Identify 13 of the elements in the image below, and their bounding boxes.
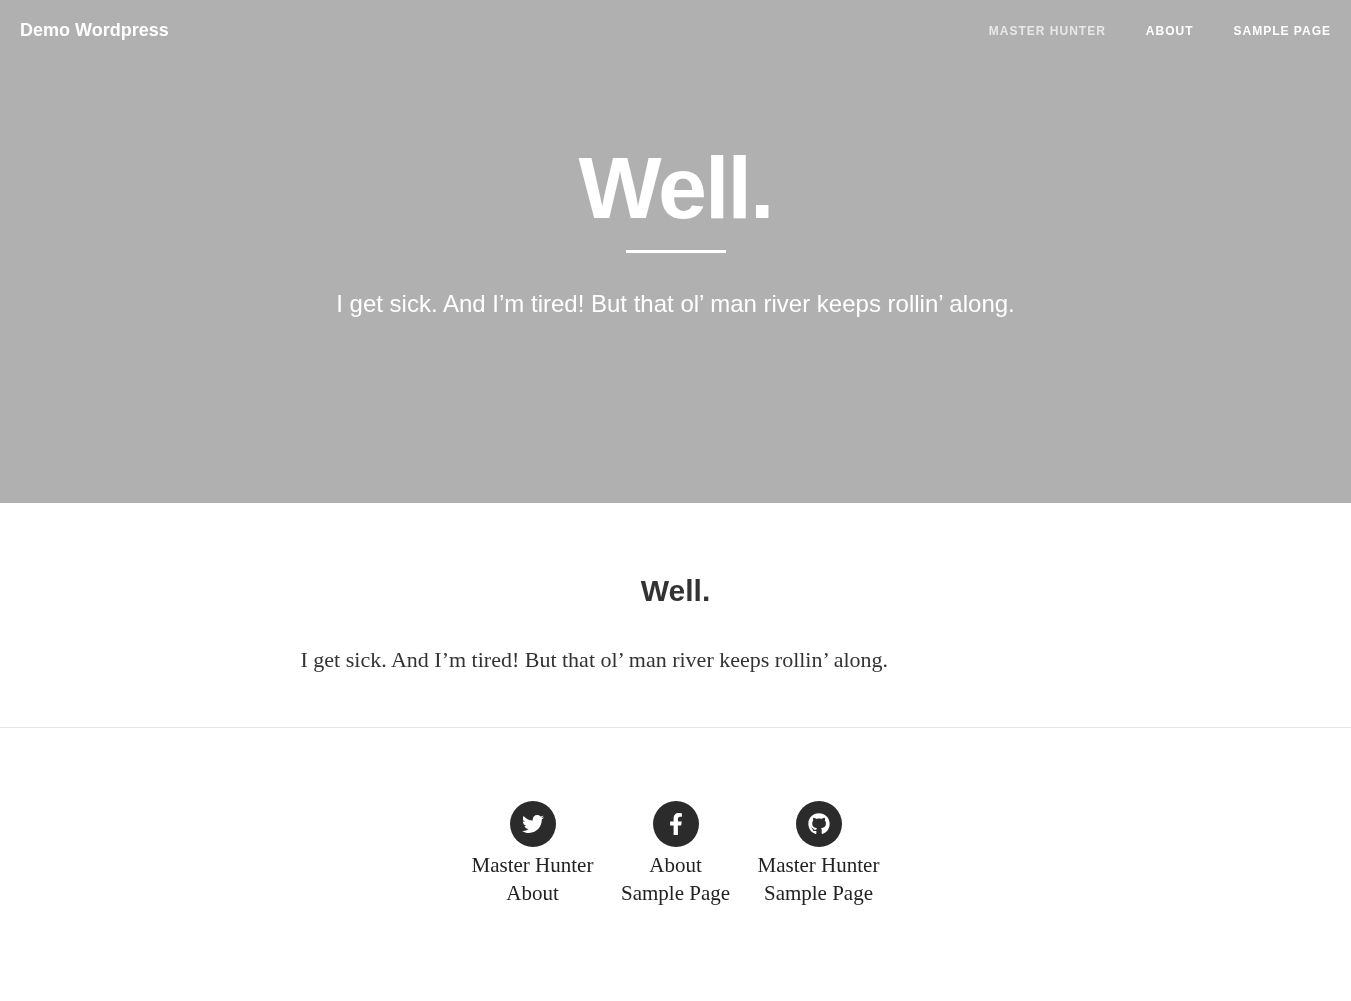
footer-link[interactable]: Master Hunter <box>471 851 594 879</box>
footer-link[interactable]: Sample Page <box>620 879 731 907</box>
footer-link[interactable]: Sample Page <box>763 879 873 907</box>
footer-link[interactable]: Master Hunter <box>757 851 880 879</box>
post-body: I get sick. And I’m tired! But that ol’ man river keeps rollin’ along. <box>300 646 889 674</box>
bird-icon[interactable] <box>509 801 556 847</box>
footer-link[interactable]: About <box>649 851 702 879</box>
cat-silhouette-icon[interactable] <box>795 801 842 847</box>
hero-title: Well. <box>578 144 773 232</box>
hero-subtitle: I get sick. And I’m tired! But that ol’ man river keeps rollin’ along. <box>336 289 1015 319</box>
footer-link[interactable]: About <box>506 879 559 907</box>
letter-f-icon[interactable] <box>652 801 699 847</box>
post-title: Well. <box>640 573 711 609</box>
